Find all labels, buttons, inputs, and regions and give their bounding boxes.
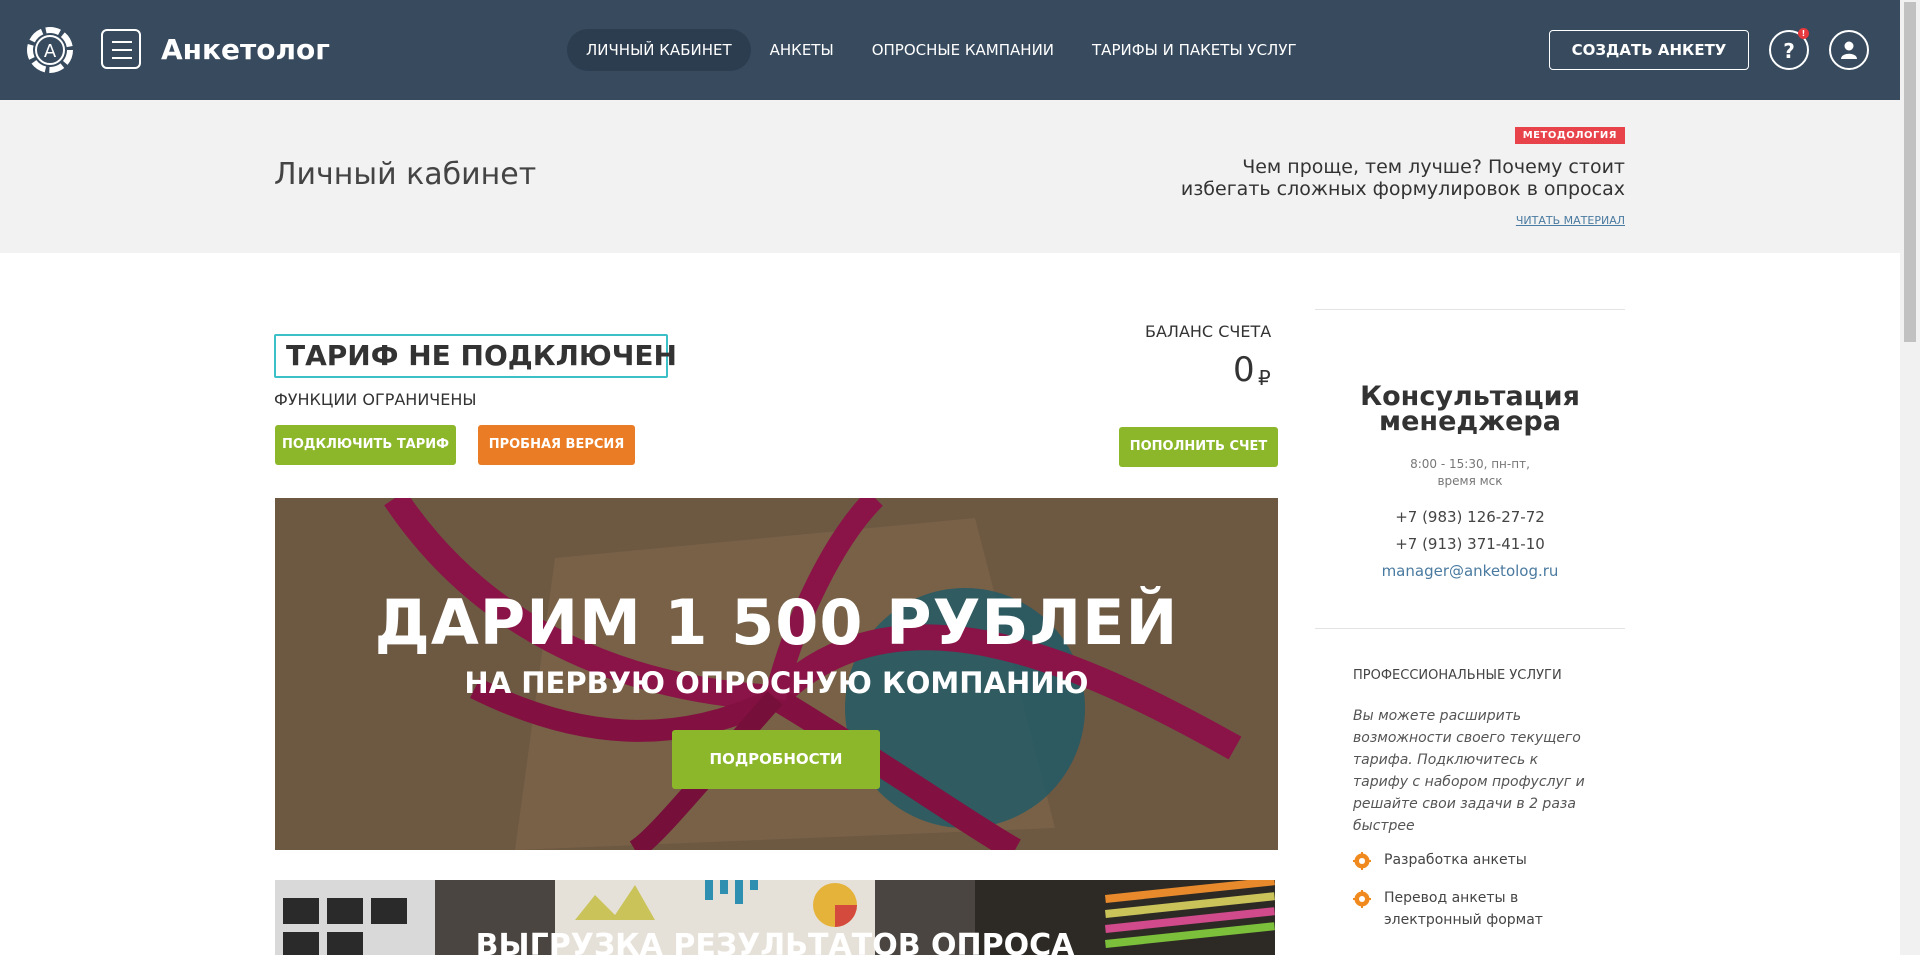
working-hours-line1: 8:00 - 15:30, пн-пт, xyxy=(1410,457,1530,471)
pro-service-label: Разработка анкеты xyxy=(1384,852,1527,868)
promo-subtitle: на первую опросную компанию xyxy=(464,666,1089,700)
user-profile-button[interactable] xyxy=(1829,30,1869,70)
divider xyxy=(1315,628,1625,629)
article-title[interactable]: Чем проще, тем лучше? Почему стоит избег… xyxy=(1155,156,1625,200)
nav-item-campaigns[interactable]: Опросные кампании xyxy=(853,29,1073,71)
top-navigation-bar: A Анкетолог Личный кабинет Анкеты Опросн… xyxy=(0,0,1900,100)
topup-balance-button[interactable]: Пополнить счет xyxy=(1119,427,1278,467)
banner-title: Выгрузка результатов опроса xyxy=(475,928,1075,955)
gear-icon xyxy=(1353,852,1371,870)
page-title: Личный кабинет xyxy=(274,157,537,192)
page-scrollbar[interactable] xyxy=(1900,0,1920,955)
currency-symbol: ₽ xyxy=(1258,366,1271,390)
connect-tariff-button[interactable]: Подключить тариф xyxy=(275,425,456,465)
promo-title: ДАРИМ 1 500 РУБЛЕЙ xyxy=(374,586,1179,659)
scrollbar-thumb[interactable] xyxy=(1904,2,1916,342)
read-article-link[interactable]: Читать материал xyxy=(1516,214,1625,227)
working-hours-line2: время мск xyxy=(1437,474,1503,488)
manager-email-link[interactable]: manager@anketolog.ru xyxy=(1315,562,1625,580)
pro-service-label: Перевод анкеты в электронный формат xyxy=(1384,890,1543,928)
promo-details-button[interactable]: Подробности xyxy=(672,730,880,789)
help-button[interactable]: ? ! xyxy=(1769,28,1809,70)
trial-version-button[interactable]: Пробная версия xyxy=(478,425,635,465)
consultation-title: Консультация менеджера xyxy=(1360,381,1580,437)
gear-icon xyxy=(1353,890,1371,908)
phone-number-1[interactable]: +7 (983) 126-27-72 xyxy=(1315,508,1625,526)
pro-services-description: Вы можете расширить возможности своего т… xyxy=(1353,708,1585,834)
brand-name[interactable]: Анкетолог xyxy=(161,33,330,66)
pro-service-item[interactable]: Перевод анкеты в электронный формат xyxy=(1353,887,1564,931)
tariff-status: ТАРИФ НЕ ПОДКЛЮЧЕН xyxy=(274,334,677,378)
nav-item-cabinet[interactable]: Личный кабинет xyxy=(567,29,751,71)
main-nav: Личный кабинет Анкеты Опросные кампании … xyxy=(567,29,1316,71)
logo-letter: A xyxy=(44,41,57,62)
balance-label: Баланс счета xyxy=(1145,322,1272,341)
create-survey-button[interactable]: Создать анкету xyxy=(1549,30,1749,70)
page-header: Личный кабинет МЕТОДОЛОГИЯ Чем проще, те… xyxy=(0,100,1900,253)
export-results-banner[interactable]: Выгрузка результатов опроса xyxy=(275,880,1275,955)
article-category-badge: МЕТОДОЛОГИЯ xyxy=(1514,127,1625,144)
divider xyxy=(1315,309,1625,310)
promo-banner[interactable]: ДАРИМ 1 500 РУБЛЕЙ на первую опросную ко… xyxy=(275,498,1278,850)
user-icon xyxy=(1841,41,1857,59)
pro-services-title: Профессиональные услуги xyxy=(1353,668,1562,683)
balance-value: 0 xyxy=(1233,350,1255,390)
working-hours: 8:00 - 15:30, пн-пт, время мск xyxy=(1315,456,1625,490)
hamburger-menu-icon[interactable] xyxy=(101,29,141,69)
notification-badge: ! xyxy=(1798,28,1809,39)
logo-icon[interactable]: A xyxy=(24,24,76,76)
question-icon: ? xyxy=(1783,39,1795,63)
pro-service-item[interactable]: Разработка анкеты xyxy=(1353,849,1564,871)
nav-item-tariffs[interactable]: Тарифы и пакеты услуг xyxy=(1073,29,1316,71)
tariff-subtitle: Функции ограничены xyxy=(274,390,477,409)
phone-number-2[interactable]: +7 (913) 371-41-10 xyxy=(1315,535,1625,553)
nav-item-surveys[interactable]: Анкеты xyxy=(751,29,853,71)
